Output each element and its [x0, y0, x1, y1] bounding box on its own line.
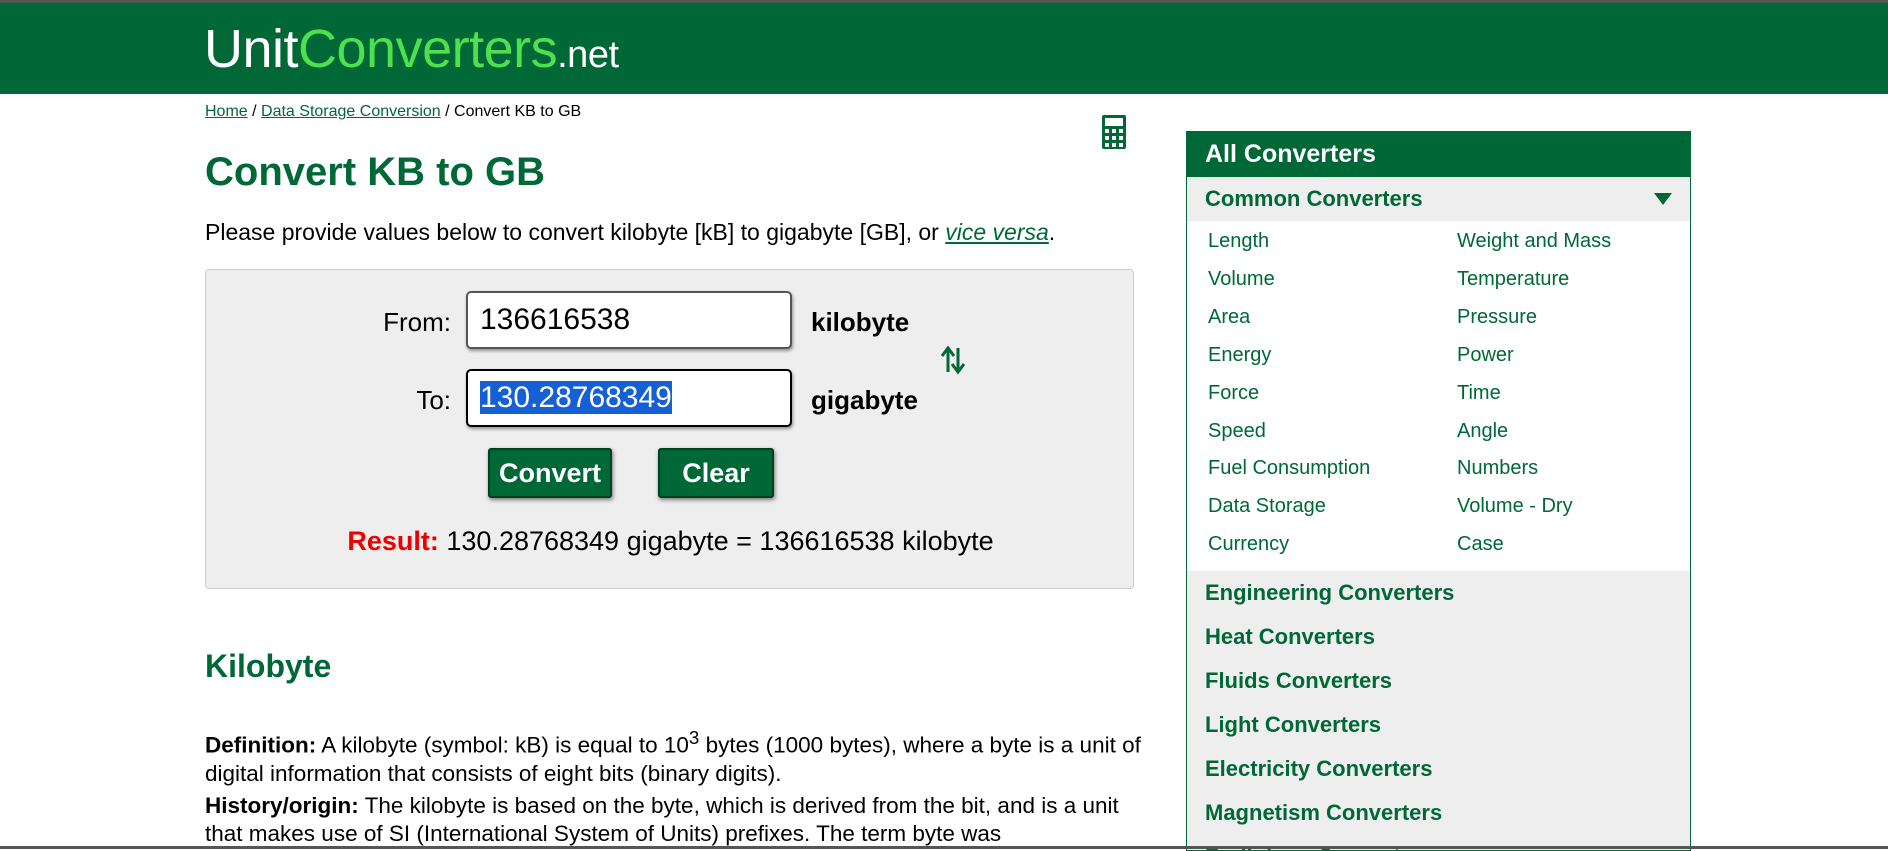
sidebar-link-weight-and-mass[interactable]: Weight and Mass: [1457, 230, 1611, 253]
to-label: To:: [416, 385, 451, 415]
sidebar-link-force[interactable]: Force: [1208, 382, 1259, 405]
breadcrumb-current: Convert KB to GB: [454, 103, 582, 120]
all-converters-sidebar: All Converters Common Converters Length …: [1186, 131, 1691, 851]
sidebar-category-fluids[interactable]: Fluids Converters: [1187, 659, 1690, 703]
sidebar-category-magnetism[interactable]: Magnetism Converters: [1187, 791, 1690, 835]
from-unit: kilobyte: [811, 307, 910, 337]
common-converters-list-continued: Fuel Consumption Numbers Data Storage Vo…: [1187, 457, 1690, 571]
chevron-down-icon: [1654, 193, 1672, 205]
vice-versa-link[interactable]: vice versa: [945, 219, 1049, 245]
sidebar-category-engineering[interactable]: Engineering Converters: [1187, 571, 1690, 615]
intro-text: Please provide values below to convert k…: [205, 219, 1055, 246]
sidebar-link-pressure[interactable]: Pressure: [1457, 306, 1537, 329]
sidebar-category-light[interactable]: Light Converters: [1187, 703, 1690, 747]
sidebar-link-time[interactable]: Time: [1457, 382, 1501, 405]
section-heading: Kilobyte: [205, 648, 332, 684]
sidebar-link-data-storage[interactable]: Data Storage: [1208, 495, 1326, 518]
to-unit: gigabyte: [811, 385, 918, 415]
sidebar-link-power[interactable]: Power: [1457, 344, 1514, 367]
from-input[interactable]: 136616538: [466, 291, 792, 349]
sidebar-link-angle[interactable]: Angle: [1457, 420, 1508, 443]
clear-button[interactable]: Clear: [658, 448, 774, 498]
intro-period: .: [1048, 219, 1056, 245]
history-paragraph: History/origin: The kilobyte is based on…: [205, 792, 1145, 848]
breadcrumb: Home / Data Storage Conversion / Convert…: [205, 103, 581, 121]
breadcrumb-section-link[interactable]: Data Storage Conversion: [261, 103, 441, 120]
convert-button[interactable]: Convert: [488, 448, 612, 498]
common-converters-label: Common Converters: [1205, 186, 1423, 211]
sidebar-link-volume-dry[interactable]: Volume - Dry: [1457, 495, 1573, 518]
sidebar-link-area[interactable]: Area: [1208, 306, 1250, 329]
breadcrumb-separator: /: [247, 103, 262, 120]
sidebar-link-case[interactable]: Case: [1457, 533, 1504, 556]
site-header: UnitConverters.net: [0, 3, 1888, 94]
definition-text-a: A kilobyte (symbol: kB) is equal to 10: [316, 732, 689, 758]
from-input-value: 136616538: [480, 303, 631, 336]
to-input[interactable]: 130.28768349: [466, 369, 792, 427]
sidebar-header: All Converters: [1187, 132, 1690, 177]
from-label: From:: [383, 307, 451, 337]
page-title: Convert KB to GB: [205, 150, 545, 194]
result-label: Result:: [347, 526, 439, 556]
calculator-icon[interactable]: [1101, 114, 1127, 150]
sidebar-link-energy[interactable]: Energy: [1208, 344, 1271, 367]
to-input-value: 130.28768349: [480, 381, 672, 414]
breadcrumb-separator: /: [440, 103, 455, 120]
logo-part-unit: Unit: [204, 19, 299, 79]
logo-part-converters: Converters: [298, 19, 558, 79]
definition-label: Definition:: [205, 732, 317, 758]
logo-part-net: .net: [557, 34, 619, 76]
result-line: Result: 130.28768349 gigabyte = 13661653…: [206, 526, 1135, 557]
sidebar-category-electricity[interactable]: Electricity Converters: [1187, 747, 1690, 791]
converter-box: From: 136616538 kilobyte To: 130.2876834…: [205, 269, 1134, 589]
result-value: 130.28768349 gigabyte = 136616538 kiloby…: [438, 526, 994, 556]
sidebar-link-numbers[interactable]: Numbers: [1457, 457, 1538, 480]
sidebar-link-currency[interactable]: Currency: [1208, 533, 1289, 556]
site-logo[interactable]: UnitConverters.net: [204, 19, 619, 85]
sidebar-link-volume[interactable]: Volume: [1208, 268, 1275, 291]
intro-sentence: Please provide values below to convert k…: [205, 219, 946, 245]
sidebar-link-length[interactable]: Length: [1208, 230, 1269, 253]
definition-paragraph: Definition: A kilobyte (symbol: kB) is e…: [205, 724, 1145, 788]
breadcrumb-home-link[interactable]: Home: [205, 103, 248, 120]
sidebar-link-temperature[interactable]: Temperature: [1457, 268, 1569, 291]
sidebar-link-speed[interactable]: Speed: [1208, 420, 1266, 443]
sidebar-category-heat[interactable]: Heat Converters: [1187, 615, 1690, 659]
common-converters-toggle[interactable]: Common Converters: [1187, 177, 1690, 221]
common-converters-list: Length Weight and Mass Volume Temperatur…: [1187, 221, 1690, 461]
sidebar-link-fuel-consumption[interactable]: Fuel Consumption: [1208, 457, 1370, 480]
definition-exponent: 3: [688, 727, 700, 748]
swap-arrows-icon[interactable]: [938, 342, 968, 378]
history-label: History/origin:: [205, 793, 359, 818]
